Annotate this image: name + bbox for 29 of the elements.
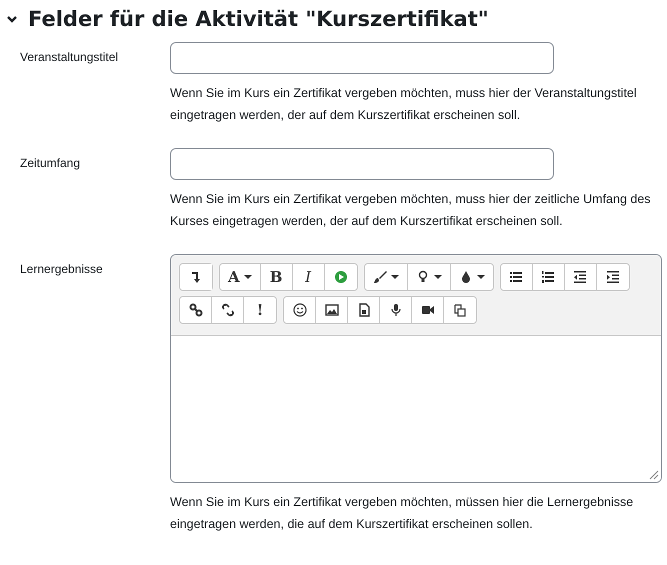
caret-icon (434, 275, 442, 279)
field-label: Zeitumfang (20, 155, 82, 172)
unlink-icon (220, 303, 234, 317)
outdent-icon (573, 270, 588, 284)
caret-icon (390, 275, 399, 279)
help-text: Wenn Sie im Kurs ein Zertifikat vergeben möchten, muss hier der zeitliche Umfang des Kurses eingetragen werden, der auf dem Kurszertifikat erscheinen soll. (170, 191, 652, 230)
text-field[interactable] (170, 148, 554, 180)
image-icon (324, 303, 338, 317)
help-text: Wenn Sie im Kurs ein Zertifikat vergeben möchten, muss hier der Veranstaltungstitel eingetragen werden, der auf dem Kurszertifikat erscheinen soll. (170, 85, 638, 124)
help-text: Wenn Sie im Kurs ein Zertifikat vergeben möchten, müssen hier die Lernergebnisse eingetragen werden, die auf dem Kurszertifikat erscheinen sollen. (170, 494, 634, 533)
video-camera-icon (420, 303, 434, 317)
chevron-icon[interactable] (6, 13, 18, 25)
microphone-icon (388, 303, 402, 317)
field-label: Lernergebnisse (20, 261, 104, 278)
copy-icon (453, 303, 467, 317)
caret-icon (476, 275, 485, 279)
text-field[interactable] (170, 42, 554, 74)
caret-icon (244, 275, 252, 279)
indent-icon (606, 270, 620, 284)
brush-icon (372, 270, 387, 284)
smiley-icon (292, 303, 306, 317)
arrow-down-icon (189, 270, 203, 284)
media-file-icon (356, 303, 370, 317)
numbered-list-icon (541, 270, 556, 284)
bullet-list-icon (509, 270, 524, 284)
resize-grip-icon[interactable] (647, 468, 659, 480)
field-label: Veranstaltungstitel (20, 49, 120, 66)
section-title: Felder für die Aktivität "Kurszertifikat" (28, 7, 489, 31)
link-icon (188, 303, 202, 317)
